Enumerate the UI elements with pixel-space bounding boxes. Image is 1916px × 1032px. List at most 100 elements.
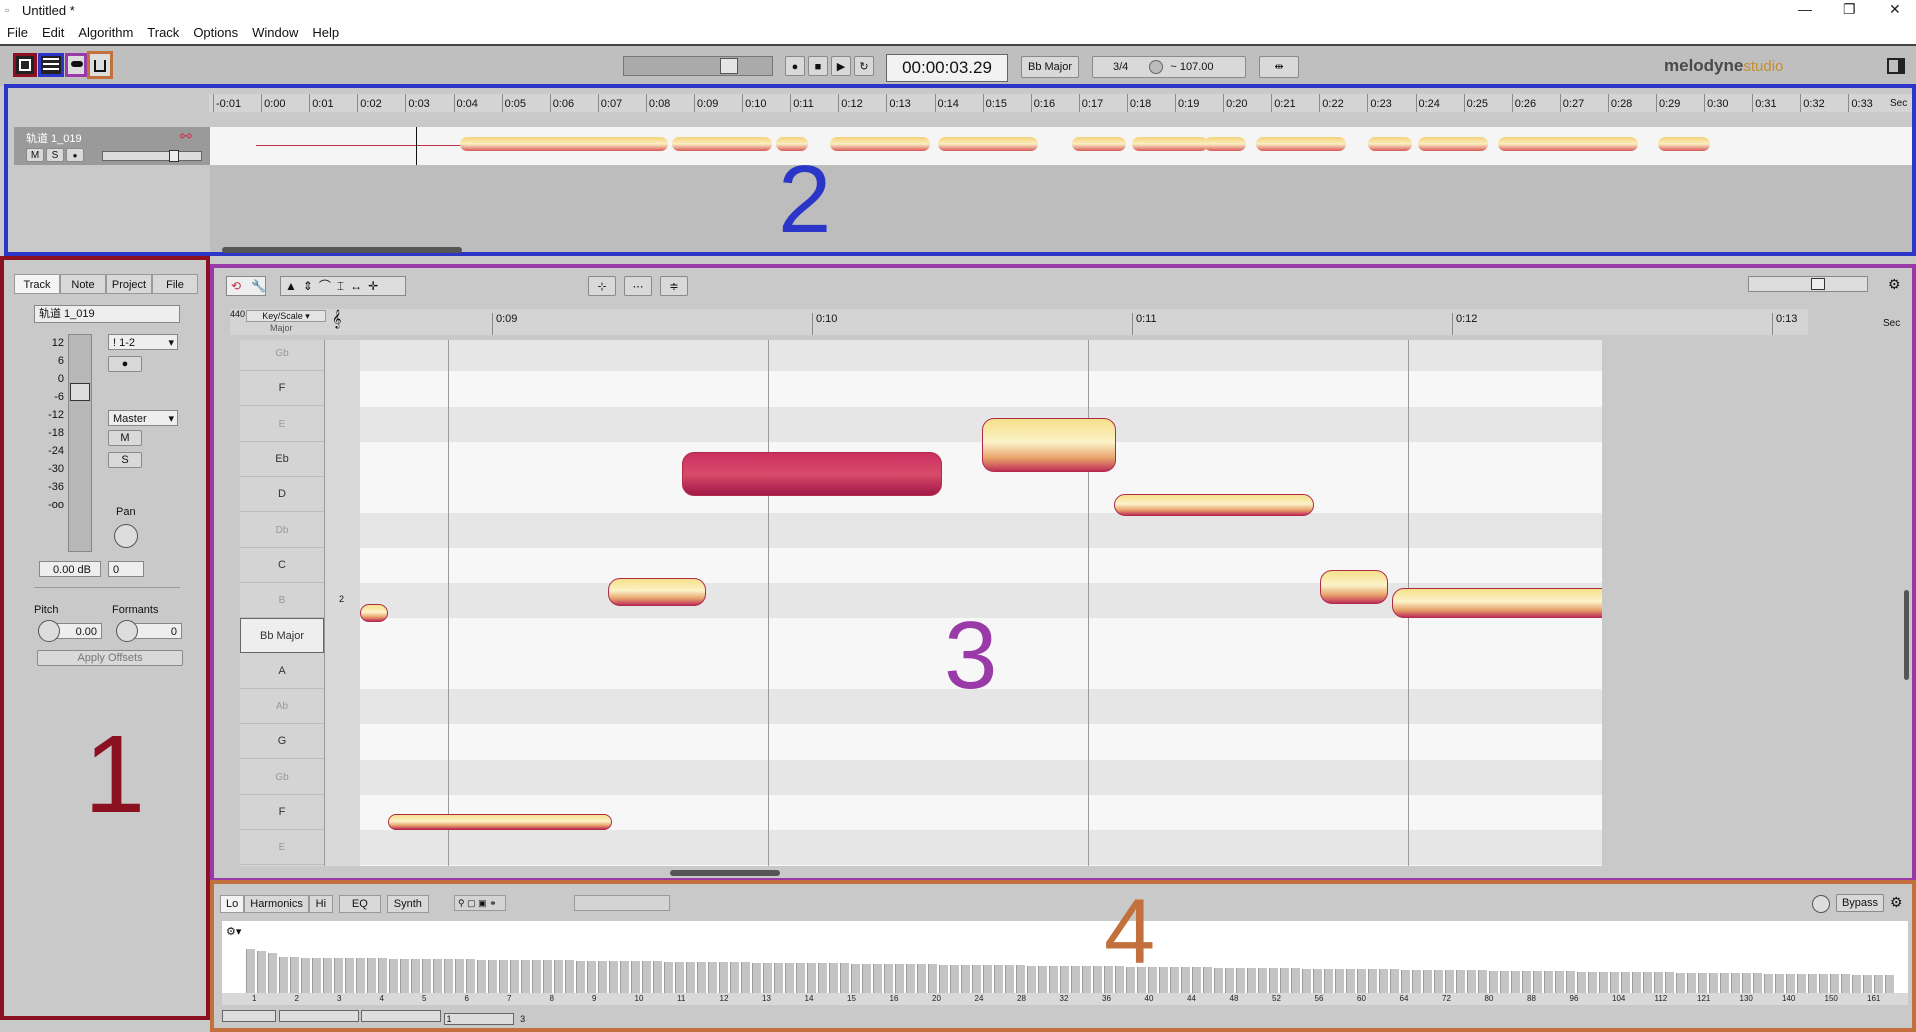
harmonic-bar[interactable] (1797, 973, 1806, 993)
harmonic-bar[interactable] (895, 964, 904, 993)
harmonic-bar[interactable] (1830, 974, 1839, 993)
note-blob[interactable] (388, 814, 612, 830)
harmonic-bar[interactable] (1665, 972, 1674, 993)
harmonic-bar[interactable] (1368, 969, 1377, 993)
formant-knob[interactable] (116, 620, 138, 642)
pitch-key[interactable]: F (240, 371, 324, 407)
harmonic-bar[interactable] (1467, 970, 1476, 993)
key-display[interactable]: Bb Major (1021, 56, 1079, 78)
harmonic-bar[interactable] (1533, 971, 1542, 993)
harmonic-bar[interactable] (1225, 967, 1234, 993)
position-slider[interactable] (623, 56, 773, 76)
harmonic-bar[interactable] (708, 962, 717, 993)
tab-file[interactable]: File (152, 274, 198, 294)
harmonic-bar[interactable] (1346, 969, 1355, 993)
harmonic-bar[interactable] (1808, 974, 1817, 993)
selected-note-blob[interactable] (682, 452, 942, 496)
timecode-display[interactable]: 00:00:03.29 (886, 54, 1008, 82)
harmonic-bar[interactable] (323, 957, 332, 993)
editor-hscroll[interactable] (230, 869, 1910, 877)
harmonic-bar[interactable] (1291, 968, 1300, 993)
harmonic-bar[interactable] (774, 962, 783, 993)
harmonic-bar[interactable] (477, 959, 486, 993)
menu-algorithm[interactable]: Algorithm (71, 22, 140, 40)
edit-tools[interactable]: ▲⇕⌒⌶↔✛ (280, 276, 406, 296)
note-blob[interactable] (982, 418, 1116, 472)
note-blob[interactable] (608, 578, 706, 606)
harmonic-bar[interactable] (950, 964, 959, 993)
harmonic-bar[interactable] (1588, 971, 1597, 993)
harmonic-bar[interactable] (1852, 974, 1861, 993)
input-select[interactable]: ! 1-2 ▾ (108, 334, 178, 350)
harmonic-bar[interactable] (686, 961, 695, 993)
playhead[interactable] (416, 127, 417, 165)
harmonic-bar[interactable] (1005, 965, 1014, 993)
harmonic-bar[interactable] (367, 958, 376, 993)
harmonic-bar[interactable] (1720, 973, 1729, 993)
pitch-key[interactable]: B (240, 583, 324, 619)
harmonic-bar[interactable] (1632, 972, 1641, 993)
vertical-scrollbar[interactable] (1902, 340, 1912, 866)
harmonic-bar[interactable] (301, 957, 310, 993)
harmonic-bar[interactable] (851, 963, 860, 993)
bypass-button[interactable]: Bypass (1836, 894, 1884, 912)
harmonic-bar[interactable] (488, 959, 497, 993)
harmonic-bar[interactable] (741, 962, 750, 993)
harmonic-bar[interactable] (664, 961, 673, 993)
harmonic-bar[interactable] (1709, 972, 1718, 993)
note-editor-icon[interactable] (65, 53, 87, 77)
harmonic-bar[interactable] (917, 964, 926, 993)
pitch-key[interactable]: Gb (240, 340, 324, 371)
note-blob[interactable] (1392, 588, 1602, 618)
harmonic-bar[interactable] (1676, 972, 1685, 993)
harmonic-bar[interactable] (1335, 968, 1344, 993)
harmonic-bar[interactable] (1445, 970, 1454, 993)
menu-window[interactable]: Window (245, 22, 305, 40)
harmonic-bar[interactable] (994, 965, 1003, 993)
harmonic-bar[interactable] (972, 964, 981, 993)
link-icon[interactable]: ⚯ (180, 128, 192, 145)
pitch-key[interactable]: E (240, 830, 324, 866)
harmonic-bar[interactable] (1489, 970, 1498, 993)
harmonic-bar[interactable] (1049, 965, 1058, 993)
record-arm-button[interactable]: ● (66, 148, 84, 162)
pitch-key[interactable]: Eb (240, 442, 324, 477)
harmonic-bar[interactable] (1478, 970, 1487, 993)
harmonic-bar[interactable] (1071, 966, 1080, 993)
harmonic-bar[interactable] (675, 961, 684, 993)
footer-control-a[interactable] (222, 1010, 276, 1022)
footer-control-b[interactable] (278, 1010, 359, 1022)
harmonic-bar[interactable] (818, 963, 827, 993)
track-waveform[interactable] (210, 127, 1912, 165)
harmonic-bar[interactable] (653, 961, 662, 993)
bypass-knob[interactable] (1812, 895, 1830, 913)
tempo-detect-icon[interactable]: ⇹ (1259, 56, 1299, 78)
harmonic-bar[interactable] (862, 963, 871, 993)
harmonic-bar[interactable] (1027, 965, 1036, 993)
harmonic-bar[interactable] (1863, 974, 1872, 993)
minimize-icon[interactable]: — (1798, 1, 1812, 17)
harmonic-bar[interactable] (631, 961, 640, 993)
record-button[interactable]: ● (785, 56, 805, 76)
harmonic-bar[interactable] (796, 963, 805, 993)
harmonic-bar[interactable] (279, 957, 288, 993)
harmonic-bar[interactable] (345, 958, 354, 993)
harmonic-bar[interactable] (1434, 969, 1443, 993)
track-volume-slider[interactable] (102, 150, 202, 162)
harmonic-bar[interactable] (433, 959, 442, 993)
harmonic-bar[interactable] (1170, 967, 1179, 993)
menu-help[interactable]: Help (305, 22, 346, 40)
harmonic-bar[interactable] (521, 960, 530, 993)
harmonic-bar[interactable] (1599, 971, 1608, 993)
harmonic-bar[interactable] (1874, 974, 1883, 993)
pitch-key[interactable]: E (240, 407, 324, 442)
harmonic-bar[interactable] (1280, 968, 1289, 993)
snap-icon[interactable]: ⊹ (588, 276, 616, 296)
note-blob[interactable] (1320, 570, 1388, 604)
harmonic-bar[interactable] (466, 959, 475, 993)
apply-offsets-button[interactable]: Apply Offsets (37, 650, 183, 666)
quantize-icon[interactable]: ⋯ (624, 276, 652, 296)
pitch-key[interactable]: Db (240, 513, 324, 548)
input-monitor-button[interactable]: ● (108, 356, 142, 372)
harmonic-bar[interactable] (1357, 969, 1366, 993)
